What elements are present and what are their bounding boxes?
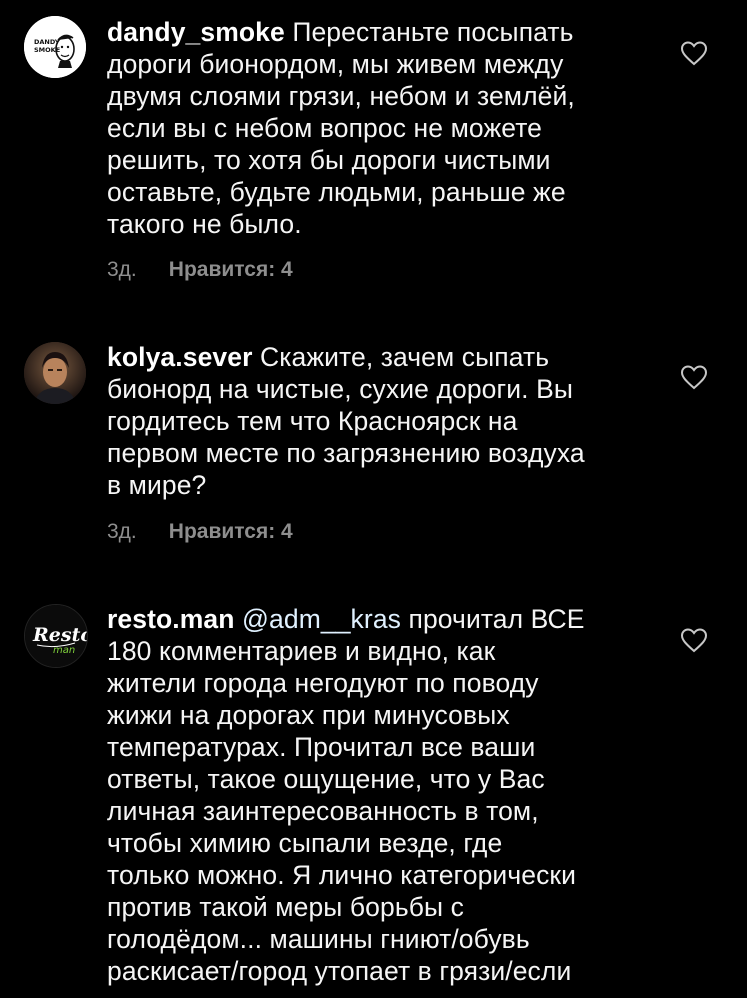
resto-man-avatar-logo: Resto man — [25, 605, 87, 667]
comment-body-line: дороги бионордом, мы живем между — [107, 49, 564, 79]
avatar-logo-text: DANDY — [34, 38, 60, 46]
comment-body-line: решить, то хотя бы дороги чистыми — [107, 145, 551, 175]
comment-meta: 3д. Нравится: 4 — [107, 258, 293, 282]
comment-time: 3д. — [107, 258, 137, 281]
svg-text:SMOKE: SMOKE — [34, 46, 60, 54]
comment-body-line: против такой меры борьбы с — [107, 892, 464, 922]
comment-body-line: первом месте по загрязнению воздуха — [107, 438, 585, 468]
comment-body-line: двумя слоями грязи, небом и землёй, — [107, 81, 575, 111]
comment-body-line: такого не было. — [107, 209, 302, 239]
comment-likes[interactable]: Нравится: 4 — [169, 520, 293, 544]
comment-body-line: жижи на дорогах при минусовых — [107, 700, 510, 730]
comment-username[interactable]: dandy_smoke — [107, 17, 285, 47]
comment-text: kolya.sever Скажите, зачем сыпать бионор… — [107, 341, 652, 501]
avatar-logo-text: Resto — [32, 624, 87, 646]
comment-body-line: жители города негодуют по поводу — [107, 668, 539, 698]
kolya-sever-avatar-photo — [24, 342, 86, 404]
comment-body-line: раскисает/город утопает в грязи/если — [107, 956, 572, 986]
comment-body-line: голодёдом... машины гниют/обувь — [107, 924, 530, 954]
comment-username[interactable]: resto.man — [107, 604, 235, 634]
comment-body-line: 180 комментариев и видно, как — [107, 636, 496, 666]
comment-text: dandy_smoke Перестаньте посыпать дороги … — [107, 16, 652, 240]
comment-body-line: гордитесь тем что Красноярск на — [107, 406, 518, 436]
comment-body-line: ответы, такое ощущение, что у Вас — [107, 764, 545, 794]
comment-body-line: бионорд на чистые, сухие дороги. Вы — [107, 374, 574, 404]
comment-body-line: чтобы химию сыпали везде, где — [107, 828, 503, 858]
comment-body-line: прочитал ВСЕ — [408, 604, 585, 634]
heart-outline-icon[interactable] — [680, 364, 708, 390]
avatar[interactable] — [24, 342, 86, 404]
mention-link[interactable]: @adm__kras — [242, 604, 401, 634]
avatar[interactable]: Resto man — [24, 604, 88, 668]
comment-body-line: Скажите, зачем сыпать — [259, 342, 550, 372]
comment-time: 3д. — [107, 520, 137, 543]
heart-outline-icon[interactable] — [680, 40, 708, 66]
comment-likes[interactable]: Нравится: 4 — [169, 258, 293, 282]
comment-body-line: если вы с небом вопрос не можете — [107, 113, 543, 143]
dandy-smoke-avatar-logo: DANDY SMOKE — [24, 16, 86, 78]
avatar[interactable]: DANDY SMOKE — [24, 16, 86, 78]
comment-body-line: в мире? — [107, 470, 207, 500]
comment-username[interactable]: kolya.sever — [107, 342, 253, 372]
comment-body-line: температурах. Прочитал все ваши — [107, 732, 536, 762]
comment-body-line: оставьте, будьте людьми, раньше же — [107, 177, 566, 207]
comment-text: resto.man @adm__kras прочитал ВСЕ 180 ко… — [107, 603, 652, 987]
heart-outline-icon[interactable] — [680, 627, 708, 653]
comment-meta: 3д. Нравится: 4 — [107, 520, 293, 544]
comment-body-line: личная заинтересованность в том, — [107, 796, 539, 826]
comment-body-line: Перестаньте посыпать — [292, 17, 574, 47]
comment-body-line: только можно. Я лично категорически — [107, 860, 577, 890]
